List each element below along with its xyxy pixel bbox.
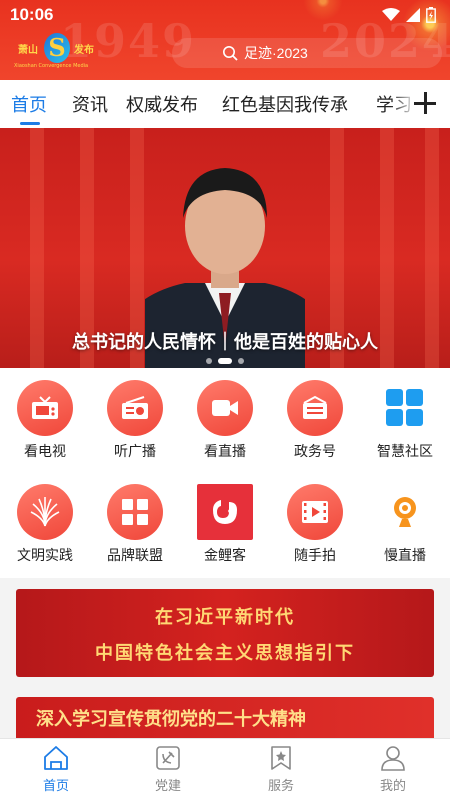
carousel-dot-active	[218, 358, 232, 364]
service-civilization[interactable]: 文明实践	[0, 472, 90, 572]
carousel-dot	[206, 358, 212, 364]
feature-card-line2: 中国特色社会主义思想指引下	[95, 643, 355, 664]
service-jinlike[interactable]: 金鲤客	[180, 472, 270, 572]
search-placeholder: 足迹·2023	[244, 45, 308, 61]
webcam-icon	[377, 484, 433, 540]
app-header: 1949 2024 10:06 萧山 S 发布 Xiaoshan Converg…	[0, 0, 450, 80]
logo-text-left: 萧山	[18, 45, 38, 56]
tab-official-release[interactable]: 权威发布	[126, 91, 198, 117]
status-bar: 10:06	[0, 0, 450, 30]
tab-news[interactable]: 资讯	[72, 91, 108, 117]
flower-icon	[17, 484, 73, 540]
signal-icon	[406, 8, 420, 22]
bookmark-star-icon	[271, 746, 291, 770]
service-snapshot[interactable]: 随手拍	[270, 472, 360, 572]
service-smart-community[interactable]: 智慧社区	[360, 368, 450, 468]
tv-icon	[17, 380, 73, 436]
nav-services[interactable]: 服务	[241, 745, 321, 797]
home-icon	[44, 746, 68, 770]
channel-tabs: 首页 资讯 权威发布 红色基因我传承 学习	[0, 80, 450, 128]
feature-card-line1: 在习近平新时代	[155, 607, 295, 628]
bottom-navigation: 首页 党建 服务 我的	[0, 738, 450, 800]
battery-icon	[426, 7, 436, 23]
live-video-icon	[197, 380, 253, 436]
feature-card-2-title: 深入学习宣传贯彻党的二十大精神	[36, 709, 306, 730]
active-tab-indicator	[20, 122, 40, 125]
service-tv[interactable]: 看电视	[0, 368, 90, 468]
service-government[interactable]: 政务号	[270, 368, 360, 468]
tab-home[interactable]: 首页	[11, 91, 47, 117]
nav-profile[interactable]: 我的	[353, 745, 433, 797]
service-grid: 看电视 听广播 看直播 政务号 智慧社区 文明实践 品牌联盟 金鲤客 随手拍 慢…	[0, 368, 450, 578]
status-time: 10:06	[10, 5, 54, 24]
service-slow-live[interactable]: 慢直播	[360, 472, 450, 572]
logo-emblem-icon: S	[44, 33, 70, 63]
search-bar[interactable]: 足迹·2023	[172, 38, 442, 68]
banner-caption: 总书记的人民情怀｜他是百姓的贴心人	[72, 332, 378, 353]
newspaper-icon	[287, 380, 343, 436]
tab-red-gene[interactable]: 红色基因我传承	[222, 91, 348, 117]
app-logo[interactable]: 萧山 S 发布 Xiaoshan Convergence Media	[14, 33, 100, 73]
carousel-dots	[0, 358, 450, 364]
party-emblem-icon	[156, 746, 180, 770]
tiles-icon	[107, 484, 163, 540]
feature-card[interactable]: 在习近平新时代 中国特色社会主义思想指引下	[16, 589, 434, 677]
nav-party-building[interactable]: 党建	[128, 745, 208, 797]
nav-home[interactable]: 首页	[16, 745, 96, 797]
service-radio[interactable]: 听广播	[90, 368, 180, 468]
hero-banner[interactable]: 总书记的人民情怀｜他是百姓的贴心人	[0, 128, 450, 368]
add-channel-icon[interactable]	[412, 90, 438, 116]
service-live[interactable]: 看直播	[180, 368, 270, 468]
carousel-dot	[238, 358, 244, 364]
search-icon	[223, 46, 238, 61]
logo-text-right: 发布	[74, 45, 94, 56]
section-divider	[0, 687, 450, 697]
service-brand-alliance[interactable]: 品牌联盟	[90, 472, 180, 572]
film-play-icon	[287, 484, 343, 540]
wifi-icon	[382, 8, 400, 21]
user-icon	[381, 746, 405, 771]
radio-icon	[107, 380, 163, 436]
fish-logo-icon	[197, 484, 253, 540]
logo-english: Xiaoshan Convergence Media	[14, 63, 89, 69]
grid-blocks-icon	[377, 380, 433, 436]
section-divider	[0, 578, 450, 588]
